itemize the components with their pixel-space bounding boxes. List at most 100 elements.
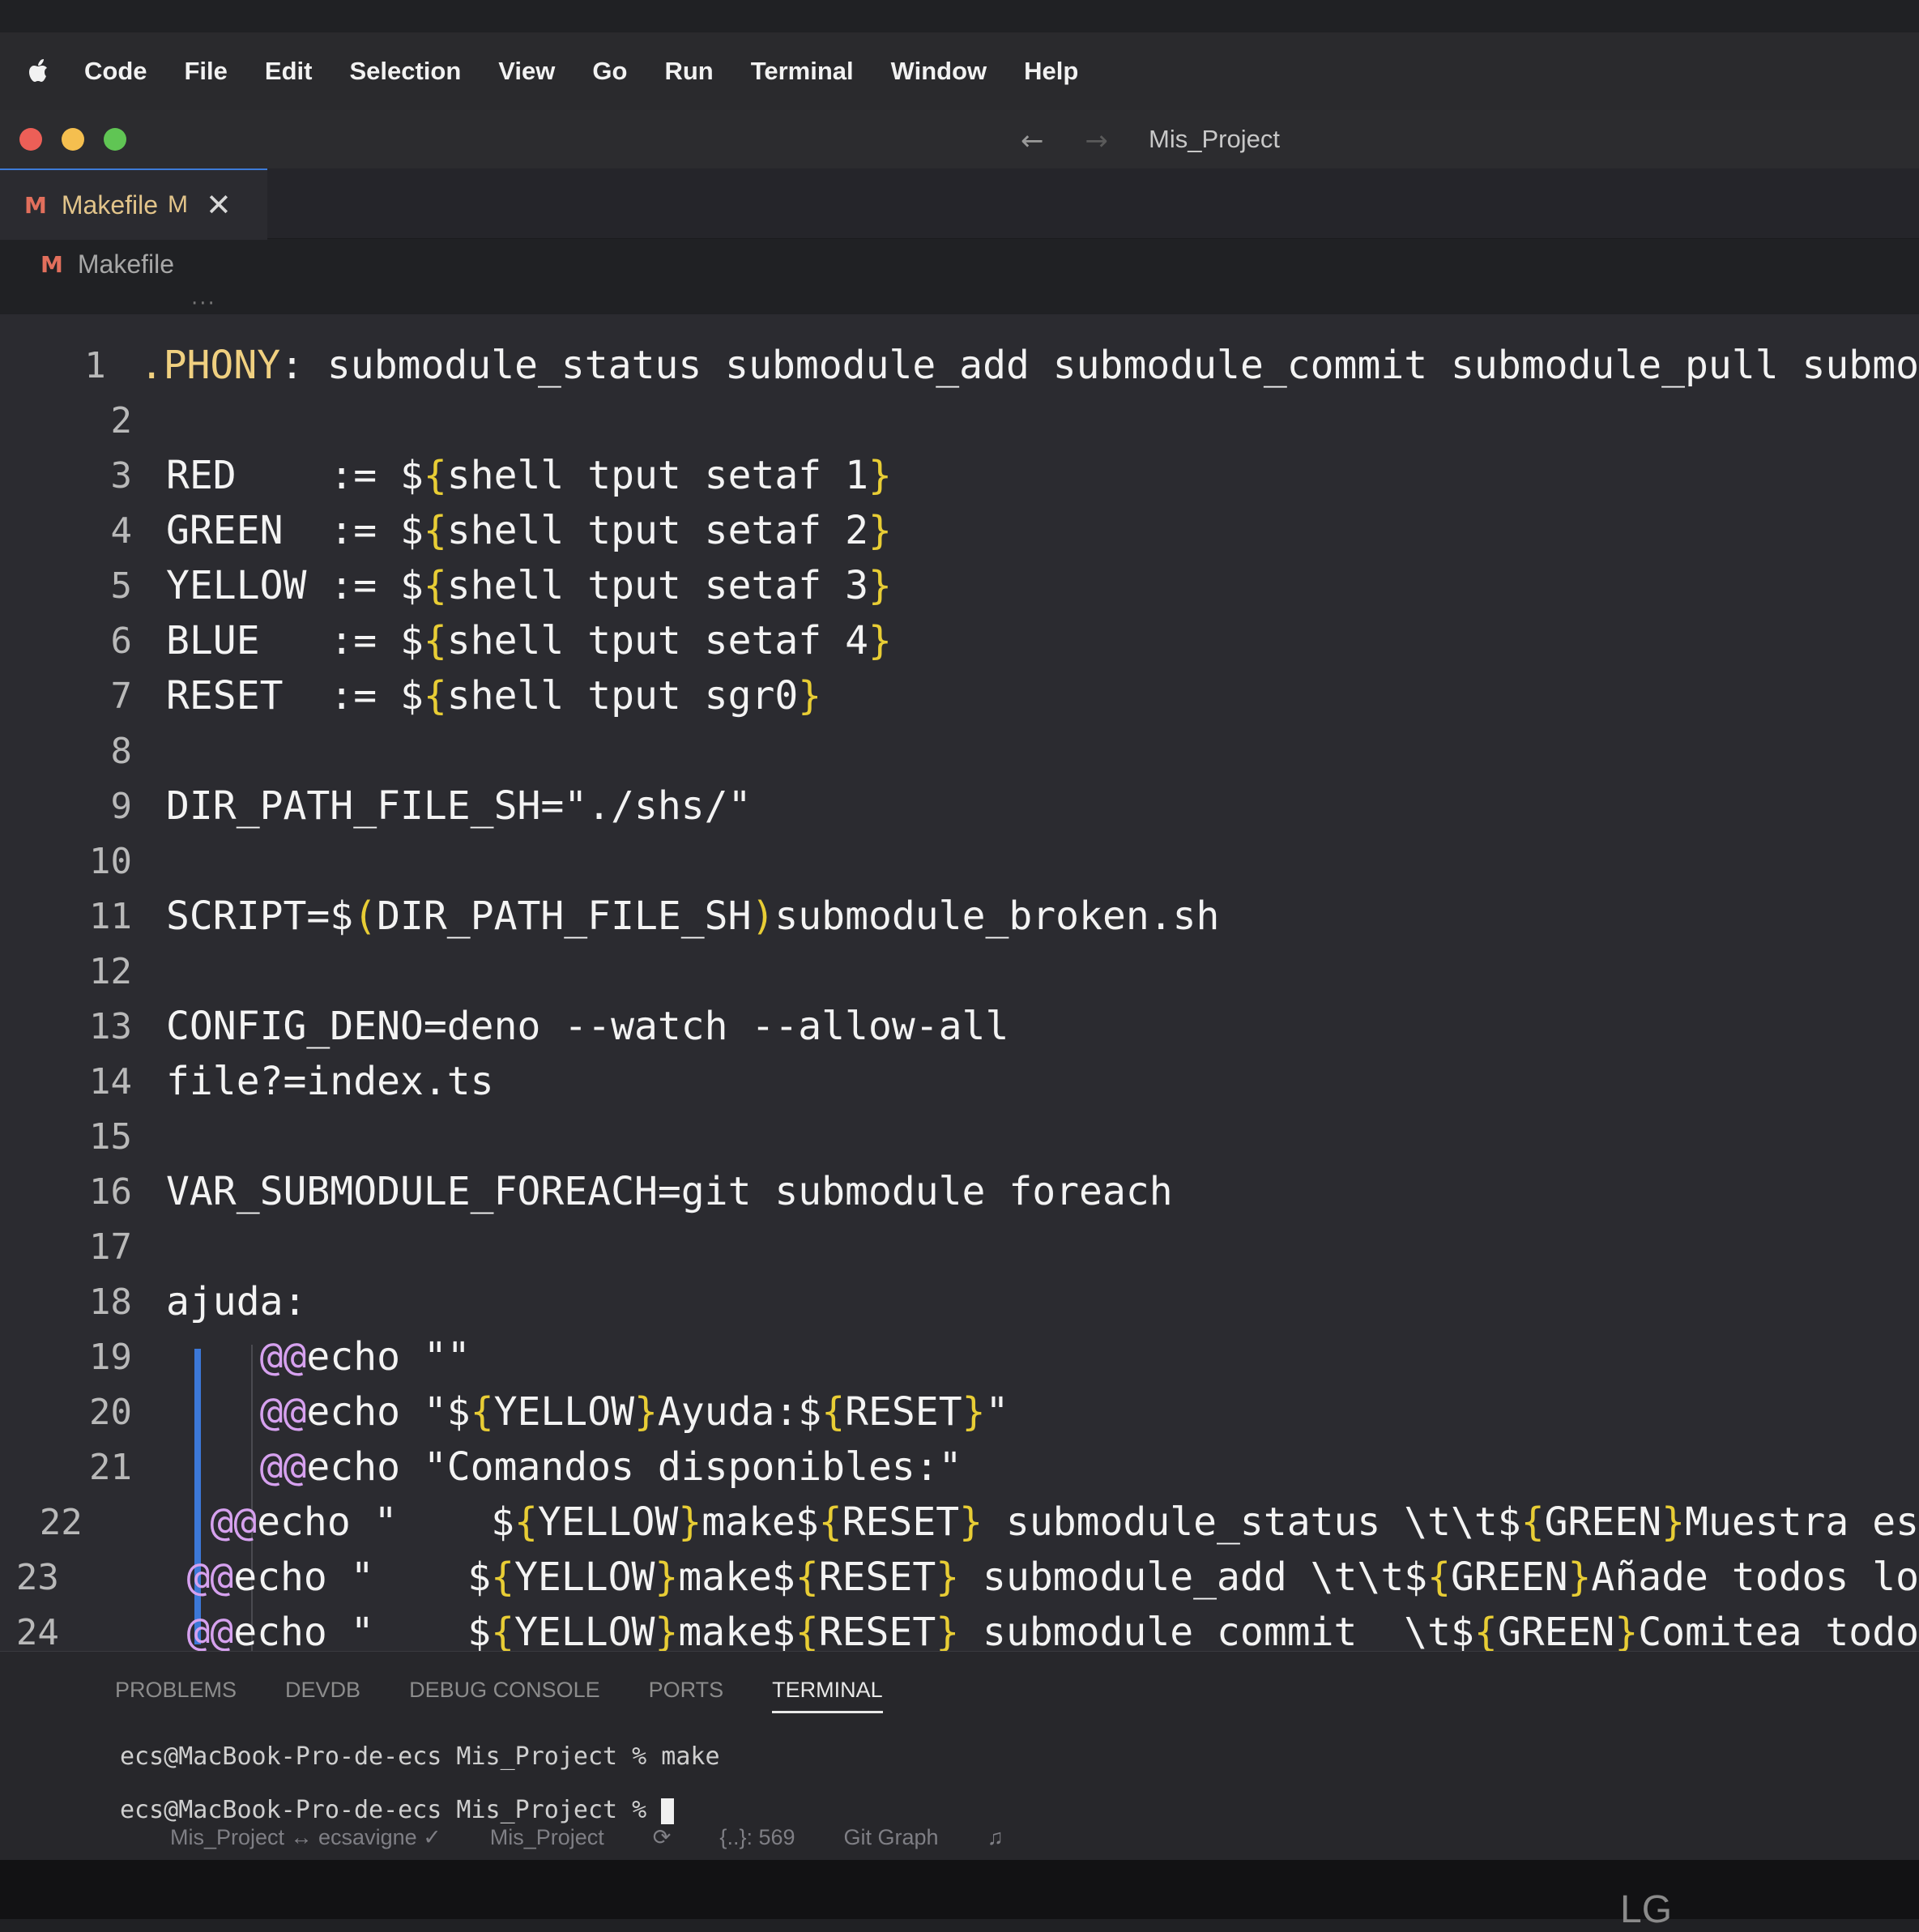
forward-arrow-icon[interactable]: → xyxy=(1085,125,1108,157)
code-line[interactable]: 22 @@echo " ${YELLOW}make${RESET} submod… xyxy=(0,1495,1919,1549)
breadcrumb-file[interactable]: Makefile xyxy=(78,249,174,279)
line-number: 3 xyxy=(110,454,133,497)
code-line[interactable]: 10 xyxy=(0,834,1919,888)
code-line[interactable]: 21 @@echo "Comandos disponibles:" xyxy=(0,1440,1919,1494)
line-number: 10 xyxy=(89,840,132,882)
code-line[interactable]: 23 @@echo " ${YELLOW}make${RESET} submod… xyxy=(0,1550,1919,1604)
menu-edit[interactable]: Edit xyxy=(265,57,313,86)
menu-selection[interactable]: Selection xyxy=(349,57,461,86)
code-text: SCRIPT=$(DIR_PATH_FILE_SH)submodule_brok… xyxy=(166,893,1220,939)
line-number: 16 xyxy=(89,1171,132,1213)
menu-code[interactable]: Code xyxy=(84,57,147,86)
line-number: 19 xyxy=(89,1336,132,1378)
code-text: VAR_SUBMODULE_FOREACH=git submodule fore… xyxy=(166,1169,1173,1214)
line-number: 5 xyxy=(110,565,133,607)
menu-file[interactable]: File xyxy=(185,57,228,86)
breadcrumb[interactable]: M Makefile xyxy=(16,238,174,290)
code-line[interactable]: 19 @@echo "" xyxy=(0,1330,1919,1384)
code-line[interactable]: 9 DIR_PATH_FILE_SH="./shs/" xyxy=(0,779,1919,833)
line-number: 14 xyxy=(89,1060,132,1102)
menu-view[interactable]: View xyxy=(498,57,555,86)
modified-indicator: M xyxy=(168,191,189,218)
line-number: 24 xyxy=(15,1611,59,1652)
code-line[interactable]: 13 CONFIG_DENO=deno --watch --allow-all xyxy=(0,1000,1919,1053)
code-line[interactable]: 7 RESET := ${shell tput sgr0} xyxy=(0,669,1919,723)
line-number: 12 xyxy=(89,950,132,992)
code-line[interactable]: 18 ajuda: xyxy=(0,1275,1919,1329)
line-number: 4 xyxy=(110,510,133,552)
code-line[interactable]: 3 RED := ${shell tput setaf 1} xyxy=(0,449,1919,502)
code-line[interactable]: 6 BLUE := ${shell tput setaf 4} xyxy=(0,614,1919,667)
line-number: 18 xyxy=(89,1281,132,1323)
code-text: @@echo "" xyxy=(259,1334,471,1380)
code-line[interactable]: 4 GREEN := ${shell tput setaf 2} xyxy=(0,504,1919,557)
code-line[interactable]: 5 YELLOW := ${shell tput setaf 3} xyxy=(0,559,1919,612)
tab-label: Makefile xyxy=(61,190,159,220)
code-text: CONFIG_DENO=deno --watch --allow-all xyxy=(166,1004,1009,1049)
line-number: 8 xyxy=(110,730,133,772)
menu-run[interactable]: Run xyxy=(664,57,713,86)
line-number: 17 xyxy=(89,1226,132,1268)
code-line[interactable]: 12 xyxy=(0,945,1919,998)
line-number: 11 xyxy=(89,895,132,937)
close-tab-icon[interactable]: ✕ xyxy=(206,187,232,223)
status-branch[interactable]: Mis_Project ↔ ecsavigne ✓ xyxy=(170,1825,441,1850)
line-number: 2 xyxy=(110,399,133,441)
line-number: 7 xyxy=(110,675,133,717)
menu-go[interactable]: Go xyxy=(592,57,627,86)
line-number: 15 xyxy=(89,1115,132,1158)
tab-ports[interactable]: PORTS xyxy=(649,1678,724,1713)
code-editor[interactable]: 1 .PHONY: submodule_status submodule_add … xyxy=(0,314,1919,1651)
sync-icon[interactable]: ⟳ xyxy=(653,1825,672,1850)
code-text: DIR_PATH_FILE_SH="./shs/" xyxy=(166,783,752,829)
menu-terminal[interactable]: Terminal xyxy=(751,57,854,86)
code-text: YELLOW := ${shell tput setaf 3} xyxy=(166,563,892,608)
close-window-button[interactable] xyxy=(19,128,42,151)
code-text: GREEN := ${shell tput setaf 2} xyxy=(166,508,892,553)
code-text: file?=index.ts xyxy=(166,1059,494,1104)
line-number: 6 xyxy=(110,620,133,662)
tab-terminal[interactable]: TERMINAL xyxy=(772,1678,883,1713)
line-number: 23 xyxy=(15,1556,59,1598)
status-bar: Mis_Project ↔ ecsavigne ✓ Mis_Project ⟳ … xyxy=(0,1815,1919,1860)
code-line[interactable]: 1 .PHONY: submodule_status submodule_add … xyxy=(0,339,1919,392)
back-arrow-icon[interactable]: ← xyxy=(1021,125,1044,157)
window-titlebar: ← → Mis_Project xyxy=(0,110,1919,168)
status-git-graph[interactable]: Git Graph xyxy=(844,1825,939,1850)
apple-icon[interactable] xyxy=(23,55,55,87)
status-count[interactable]: {..}: 569 xyxy=(719,1825,795,1850)
code-text: ajuda: xyxy=(166,1279,307,1324)
line-number: 21 xyxy=(89,1446,132,1488)
editor-tab-bar: M Makefile M ✕ xyxy=(0,168,1919,240)
tab-problems[interactable]: PROBLEMS xyxy=(115,1678,237,1713)
terminal-line: ecs@MacBook-Pro-de-ecs Mis_Project % mak… xyxy=(120,1742,720,1771)
line-number: 20 xyxy=(89,1391,132,1433)
code-text: @@echo " ${YELLOW}make${RESET} submodule… xyxy=(186,1555,1919,1600)
menu-bar: Code File Edit Selection View Go Run Ter… xyxy=(0,32,1919,112)
zoom-window-button[interactable] xyxy=(104,128,126,151)
tab-debug-console[interactable]: DEBUG CONSOLE xyxy=(409,1678,600,1713)
code-text: BLUE := ${shell tput setaf 4} xyxy=(166,618,892,663)
code-line[interactable]: 14 file?=index.ts xyxy=(0,1055,1919,1108)
status-project[interactable]: Mis_Project xyxy=(490,1825,604,1850)
code-line[interactable]: 15 xyxy=(0,1110,1919,1163)
panel-tabs: PROBLEMS DEVDB DEBUG CONSOLE PORTS TERMI… xyxy=(115,1678,932,1713)
code-line[interactable]: 8 xyxy=(0,724,1919,778)
tab-devdb[interactable]: DEVDB xyxy=(285,1678,360,1713)
bell-icon[interactable]: ♫ xyxy=(987,1825,1004,1850)
code-line[interactable]: 11 SCRIPT=$(DIR_PATH_FILE_SH)submodule_br… xyxy=(0,889,1919,943)
menu-help[interactable]: Help xyxy=(1024,57,1078,86)
line-number: 13 xyxy=(89,1005,132,1047)
menu-window[interactable]: Window xyxy=(891,57,987,86)
code-line[interactable]: 24 @@echo " ${YELLOW}make${RESET} submod… xyxy=(0,1606,1919,1651)
tab-makefile[interactable]: M Makefile M ✕ xyxy=(0,168,267,240)
code-line[interactable]: 20 @@echo "${YELLOW}Ayuda:${RESET}" xyxy=(0,1385,1919,1439)
line-number: 22 xyxy=(39,1501,83,1543)
monitor-logo: LG xyxy=(1620,1888,1673,1931)
code-line[interactable]: 16 VAR_SUBMODULE_FOREACH=git submodule fo… xyxy=(0,1165,1919,1218)
code-line[interactable]: 2 xyxy=(0,394,1919,447)
code-text: @@echo " ${YELLOW}make${RESET} submodule… xyxy=(186,1610,1919,1651)
code-line[interactable]: 17 xyxy=(0,1220,1919,1273)
minimize-window-button[interactable] xyxy=(62,128,84,151)
project-title[interactable]: Mis_Project xyxy=(1149,125,1280,154)
